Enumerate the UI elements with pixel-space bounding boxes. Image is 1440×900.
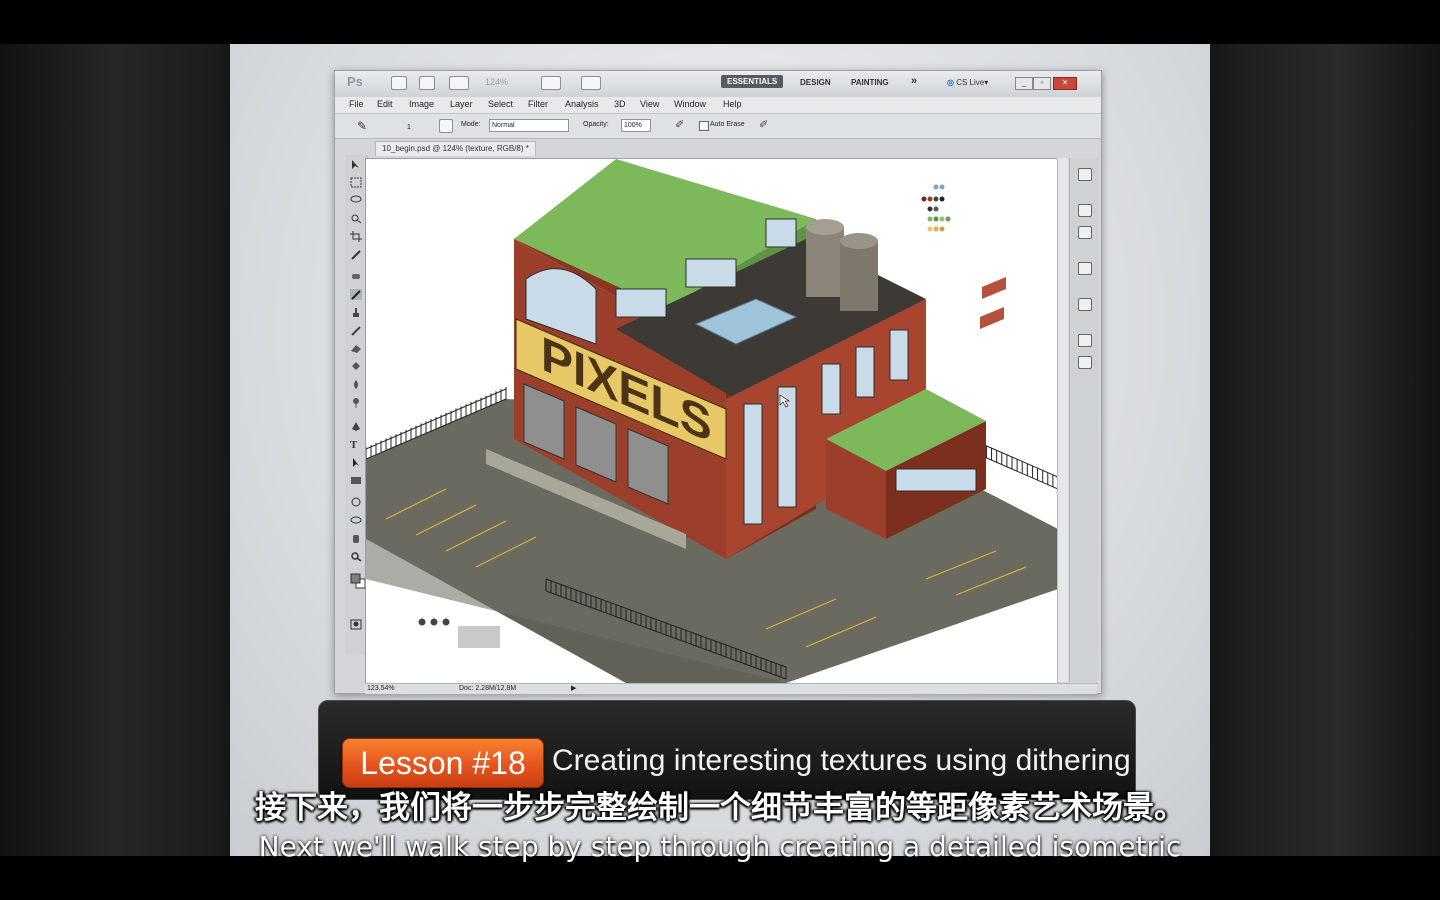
move-tool-icon[interactable] xyxy=(350,159,362,170)
layers-panel-icon[interactable] xyxy=(1078,204,1092,217)
healing-brush-icon[interactable] xyxy=(350,271,362,282)
3d-orbit-icon[interactable] xyxy=(350,515,362,526)
auto-erase-checkbox[interactable] xyxy=(699,121,709,131)
swatches-panel-icon[interactable] xyxy=(1078,298,1092,311)
eraser-tool-icon[interactable] xyxy=(350,343,362,354)
close-button[interactable]: ✕ xyxy=(1053,77,1077,90)
opacity-field[interactable]: 100% xyxy=(621,119,651,132)
menu-layer[interactable]: Layer xyxy=(450,99,473,109)
menu-bar: File Edit Image Layer Select Filter Anal… xyxy=(335,97,1101,114)
screen-mode-icon[interactable] xyxy=(581,76,601,90)
lesson-title: Creating interesting textures using dith… xyxy=(552,744,1131,777)
pencil-tool-icon[interactable]: ✎ xyxy=(357,119,367,133)
airbrush-icon[interactable]: ✐ xyxy=(675,118,684,131)
status-zoom[interactable]: 123.54% xyxy=(367,684,395,694)
auto-erase-label: Auto Erase xyxy=(710,121,745,128)
mode-select[interactable]: Normal xyxy=(489,119,569,132)
menu-edit[interactable]: Edit xyxy=(377,99,393,109)
type-tool-icon[interactable]: T xyxy=(350,439,362,451)
letterbox-top xyxy=(0,0,1440,44)
history-panel-icon[interactable] xyxy=(1078,168,1092,181)
vertical-scrollbar[interactable] xyxy=(1057,158,1068,682)
menu-analysis[interactable]: Analysis xyxy=(565,99,599,109)
arrange-documents-icon[interactable] xyxy=(541,76,561,90)
panel-dock xyxy=(1069,158,1098,682)
pen-tool-icon[interactable] xyxy=(350,421,362,432)
pressure-icon[interactable]: ✐ xyxy=(759,118,768,131)
foreground-color-swatch[interactable] xyxy=(350,573,366,589)
maximize-button[interactable]: ▫ xyxy=(1033,77,1051,90)
application-bar: Ps 124% ESSENTIALS DESIGN PAINTING » ◎ C… xyxy=(335,71,1101,98)
dodge-tool-icon[interactable] xyxy=(350,397,362,408)
document-tab[interactable]: 10_begin.psd @ 124% (texture, RGB/8) * xyxy=(375,141,536,156)
brush-panel-icon[interactable] xyxy=(439,119,453,133)
path-selection-icon[interactable] xyxy=(350,457,362,468)
subtitle-english: Next we'll walk step by step through cre… xyxy=(258,830,1182,863)
eyedropper-tool-icon[interactable] xyxy=(350,249,362,260)
minibridge-icon[interactable] xyxy=(419,76,435,90)
3d-rotate-icon[interactable] xyxy=(350,497,362,508)
zoom-level-select[interactable]: 124% xyxy=(485,77,508,87)
styles-panel-icon[interactable] xyxy=(1078,334,1092,347)
lasso-tool-icon[interactable] xyxy=(350,195,362,206)
menu-image[interactable]: Image xyxy=(409,99,434,109)
menu-file[interactable]: File xyxy=(349,99,364,109)
mode-label: Mode: xyxy=(461,121,481,128)
history-brush-icon[interactable] xyxy=(350,325,362,336)
subtitle-chinese: 接下来，我们将一步步完整绘制一个细节丰富的等距像素艺术场景。 xyxy=(255,790,1185,826)
menu-3d[interactable]: 3D xyxy=(614,99,626,109)
clone-stamp-icon[interactable] xyxy=(350,307,362,318)
workspace-painting[interactable]: PAINTING xyxy=(851,78,889,87)
lesson-number-badge: Lesson #18 xyxy=(342,738,544,788)
menu-help[interactable]: Help xyxy=(723,99,742,109)
more-workspaces-button[interactable]: » xyxy=(911,75,917,87)
status-menu-arrow-icon[interactable]: ▶ xyxy=(571,684,576,694)
pencil-tool-selected-icon[interactable] xyxy=(350,289,362,300)
paint-bucket-icon[interactable] xyxy=(350,361,362,372)
cs-live-label: CS Live▾ xyxy=(956,78,989,87)
zoom-tool-icon[interactable] xyxy=(350,551,362,562)
channels-panel-icon[interactable] xyxy=(1078,226,1092,239)
quick-selection-icon[interactable] xyxy=(350,213,362,224)
isometric-pixel-art: PIXELS xyxy=(366,159,1058,683)
brush-size-label[interactable]: 1 xyxy=(407,124,411,131)
opacity-label: Opacity: xyxy=(583,121,609,128)
bridge-icon[interactable] xyxy=(391,76,407,90)
crop-tool-icon[interactable] xyxy=(350,231,362,242)
options-bar: ✎ 1 Mode: Normal Opacity: 100% ✐ Auto Er… xyxy=(335,114,1101,139)
menu-window[interactable]: Window xyxy=(674,99,706,109)
menu-view[interactable]: View xyxy=(640,99,659,109)
quick-mask-icon[interactable] xyxy=(350,619,362,630)
document-canvas[interactable]: PIXELS xyxy=(365,158,1059,684)
hand-tool-icon[interactable] xyxy=(350,533,362,544)
workspace-essentials[interactable]: ESSENTIALS xyxy=(721,75,784,88)
menu-filter[interactable]: Filter xyxy=(528,99,548,109)
adjustments-panel-icon[interactable] xyxy=(1078,356,1092,369)
photoshop-window: Ps 124% ESSENTIALS DESIGN PAINTING » ◎ C… xyxy=(334,70,1102,694)
blur-tool-icon[interactable] xyxy=(350,379,362,390)
cs-live-button[interactable]: ◎ CS Live▾ xyxy=(947,78,988,87)
workspace-design[interactable]: DESIGN xyxy=(800,78,831,87)
status-bar: 123.54% Doc: 2.28M/12.8M ▶ xyxy=(365,683,1097,694)
cs-live-icon: ◎ xyxy=(947,78,954,87)
rectangle-tool-icon[interactable] xyxy=(350,475,362,486)
ps-logo: Ps xyxy=(347,74,363,89)
marquee-tool-icon[interactable] xyxy=(350,177,362,188)
minimize-button[interactable]: _ xyxy=(1015,77,1033,90)
status-doc-size: Doc: 2.28M/12.8M xyxy=(459,685,517,692)
view-extras-icon[interactable] xyxy=(449,76,469,90)
paths-panel-icon[interactable] xyxy=(1078,262,1092,275)
menu-select[interactable]: Select xyxy=(488,99,513,109)
